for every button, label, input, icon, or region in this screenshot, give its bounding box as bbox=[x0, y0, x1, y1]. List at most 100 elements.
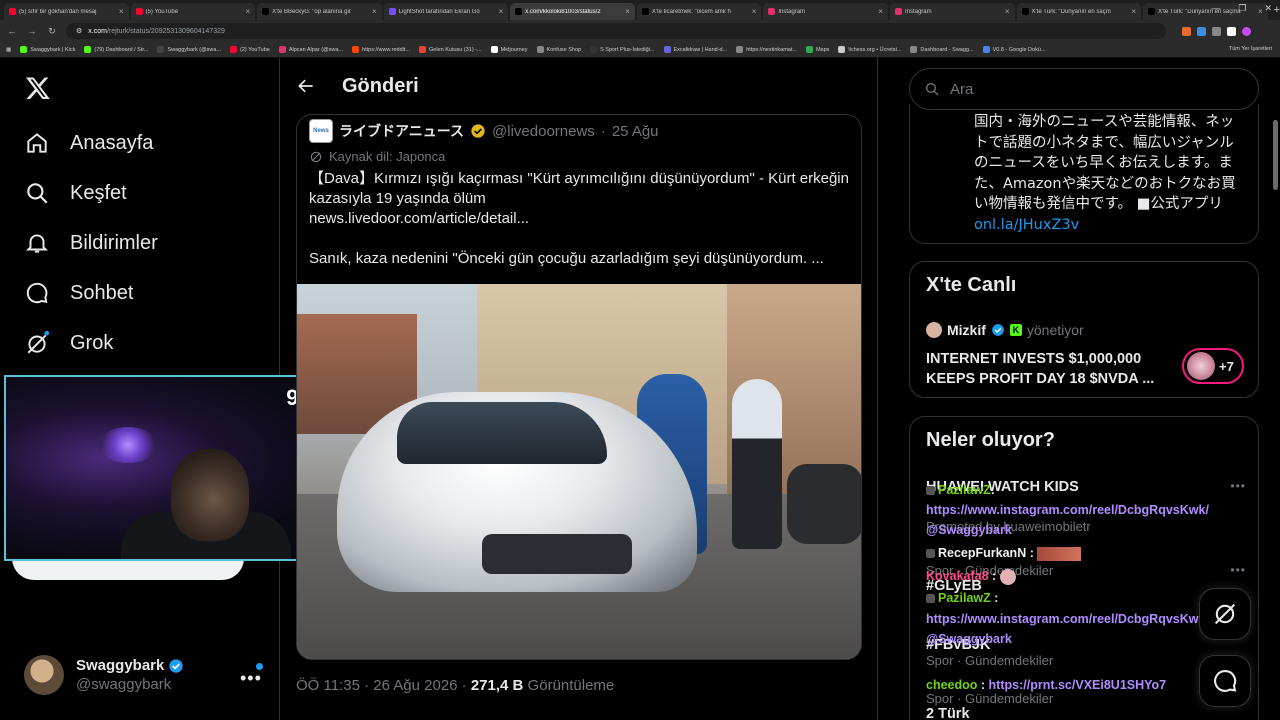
bookmark[interactable]: https://www.reddit... bbox=[352, 46, 410, 53]
bookmark-label: Excalidraw | Hand-d... bbox=[673, 46, 728, 53]
nav-explore[interactable]: Keşfet bbox=[24, 180, 127, 206]
photo-car-grille bbox=[482, 534, 632, 574]
live-stream-title[interactable]: INTERNET INVESTS $1,000,000 KEEPS PROFIT… bbox=[926, 349, 1176, 389]
chat-separator: : bbox=[980, 678, 986, 692]
live-listeners-badge[interactable]: +7 bbox=[1182, 348, 1244, 384]
bookmark[interactable]: (79) Dashboard / Str... bbox=[84, 46, 148, 53]
close-icon[interactable]: × bbox=[499, 7, 504, 16]
bookmark[interactable]: Maps bbox=[805, 46, 829, 53]
back-arrow-icon[interactable] bbox=[296, 76, 316, 96]
x-logo-icon[interactable] bbox=[25, 75, 51, 101]
browser-tab[interactable]: Instagram × bbox=[763, 3, 888, 20]
bookmark[interactable]: lichess.org • Ücretsi... bbox=[838, 46, 901, 53]
bookmark[interactable]: Konfuse Shop bbox=[536, 46, 581, 53]
nav-messages[interactable]: Sohbet bbox=[24, 280, 133, 306]
reload-icon[interactable]: ↻ bbox=[46, 26, 58, 37]
bookmark[interactable]: Excalidraw | Hand-d... bbox=[663, 46, 728, 53]
bookmark-favicon-icon bbox=[910, 46, 918, 53]
bookmark[interactable]: Alpcan Alpar (@swa... bbox=[278, 46, 343, 53]
browser-tab[interactable]: X'te ticaretmek: "ölcem amk h × bbox=[636, 3, 762, 20]
browser-tab-active[interactable]: x.com/kkoloki81003/status/2 × bbox=[510, 3, 635, 20]
live-host-row[interactable]: Mizkif K yönetiyor bbox=[926, 322, 1084, 338]
bookmark[interactable]: Midjourney bbox=[490, 46, 528, 53]
all-bookmarks[interactable]: Tüm Yer İşaretleri bbox=[1229, 46, 1272, 52]
chat-username: Kovakafa8 bbox=[926, 569, 989, 583]
close-icon[interactable]: × bbox=[1131, 7, 1136, 16]
profile-handle: @swaggybark bbox=[76, 676, 172, 693]
nav-notifications[interactable]: Bildirimler bbox=[24, 230, 158, 256]
site-info-icon[interactable]: ⚙ bbox=[76, 27, 82, 35]
tab-title: x.com/kkoloki81003/status/2 bbox=[525, 8, 601, 15]
bookmark-favicon-icon bbox=[490, 46, 498, 53]
chat-emote bbox=[999, 568, 1016, 585]
nav-home[interactable]: Anasayfa bbox=[24, 130, 153, 156]
post-date[interactable]: 25 Ağu bbox=[612, 123, 659, 140]
view-count: 271,4 B bbox=[470, 677, 524, 694]
url-field[interactable]: ⚙ x.com/rejturk/status/20925313096041473… bbox=[66, 23, 1166, 39]
browser-tab[interactable]: (5) sıfır bir gökhan'dan mesaj × bbox=[4, 3, 129, 20]
bookmark[interactable]: (2) YouTube bbox=[230, 46, 270, 53]
post-link[interactable]: news.livedoor.com/article/detail... bbox=[309, 210, 529, 227]
browser-tab[interactable]: Instagram × bbox=[889, 3, 1015, 20]
browser-tab-bar: (5) sıfır bir gökhan'dan mesaj × (5) YouT… bbox=[0, 0, 1280, 20]
close-icon[interactable]: × bbox=[1005, 7, 1010, 16]
browser-tab[interactable]: (5) YouTube × bbox=[130, 3, 256, 20]
extension-icon[interactable] bbox=[1182, 26, 1191, 36]
grok-floating-button[interactable] bbox=[1199, 588, 1251, 640]
browser-tab[interactable]: X'te Türk: "Dünyanın en saçm × bbox=[1016, 3, 1142, 20]
bookmark-favicon-icon bbox=[536, 46, 544, 53]
bookmark[interactable]: S Sport Plus-İstediği... bbox=[590, 46, 655, 53]
post-photo[interactable] bbox=[297, 284, 861, 659]
quoted-post[interactable]: News ライブドアニュース @livedoornews · 25 Ağu Ka… bbox=[296, 114, 862, 660]
author-name[interactable]: ライブドアニュース bbox=[339, 121, 464, 141]
download-icon[interactable] bbox=[1227, 26, 1236, 36]
translate-icon bbox=[310, 151, 322, 162]
messages-floating-button[interactable] bbox=[1199, 655, 1251, 707]
bookmark-favicon-icon bbox=[838, 46, 846, 53]
more-icon[interactable]: ••• bbox=[1230, 479, 1246, 493]
author-handle[interactable]: @livedoornews bbox=[492, 123, 595, 140]
close-icon[interactable]: × bbox=[752, 7, 757, 16]
close-window-icon[interactable]: ✕ bbox=[1264, 3, 1272, 14]
bookmark[interactable]: Swaggybark (@swa... bbox=[157, 46, 221, 53]
search-input[interactable]: Ara bbox=[909, 68, 1259, 110]
scrollbar[interactable] bbox=[1273, 120, 1278, 190]
page-title: Gönderi bbox=[342, 74, 419, 97]
chat-username: cheedoo bbox=[926, 678, 978, 692]
trend-item[interactable]: Spor · Gündemdekiler 2 Türk bbox=[926, 691, 1246, 720]
bookmark[interactable]: Swaggybark | Kick bbox=[20, 46, 75, 53]
close-icon[interactable]: × bbox=[625, 7, 630, 16]
restore-icon[interactable]: ❐ bbox=[1238, 3, 1246, 14]
live-title: X'te Canlı bbox=[926, 274, 1017, 296]
extension-icon[interactable] bbox=[1212, 26, 1221, 36]
bookmark[interactable]: Dashboard - Swagg... bbox=[910, 46, 974, 53]
forward-icon[interactable]: → bbox=[26, 26, 38, 36]
profile-icon[interactable] bbox=[1242, 26, 1251, 36]
apps-icon[interactable]: ▦ bbox=[6, 47, 11, 53]
avatar bbox=[1187, 352, 1215, 380]
gold-verified-badge-icon bbox=[471, 124, 485, 138]
bookmark[interactable]: https://nextinkamat... bbox=[736, 46, 797, 53]
avatar[interactable]: News bbox=[309, 119, 333, 143]
tab-favicon-icon bbox=[9, 8, 16, 15]
profile-bio-card: 国内・海外のニュースや芸能情報、ネットで話題の小ネタまで、幅広いジャンルのニュー… bbox=[909, 104, 1259, 244]
account-switcher[interactable]: Swaggybark @swaggybark bbox=[24, 655, 184, 695]
bookmark[interactable]: Gelen Kutusu (31) -... bbox=[419, 46, 482, 53]
close-icon[interactable]: × bbox=[245, 7, 250, 16]
more-icon[interactable]: ••• bbox=[240, 668, 262, 689]
bookmark[interactable]: V0.8 - Google Dokü... bbox=[982, 46, 1045, 53]
post-timestamp[interactable]: ÖÖ 11:35 · 26 Ağu 2026 · bbox=[296, 677, 471, 694]
chat-username: RecepFurkanN bbox=[938, 546, 1027, 560]
close-icon[interactable]: × bbox=[878, 7, 883, 16]
new-tab-icon[interactable]: + bbox=[1274, 4, 1280, 16]
browser-tab[interactable]: X'te BBeckyG: "op alanına gir × bbox=[257, 3, 382, 20]
extension-icon[interactable] bbox=[1197, 26, 1206, 36]
more-icon[interactable]: ••• bbox=[1230, 563, 1246, 577]
back-icon[interactable]: ← bbox=[6, 26, 18, 36]
browser-tab[interactable]: LightShot tarafından Ekran Gö × bbox=[383, 3, 509, 20]
bio-link[interactable]: onl.la/JHuxZ3v bbox=[974, 217, 1079, 233]
nav-grok[interactable]: Grok bbox=[24, 330, 113, 356]
minimize-icon[interactable]: — bbox=[1211, 3, 1220, 14]
close-icon[interactable]: × bbox=[372, 7, 377, 16]
close-icon[interactable]: × bbox=[119, 7, 124, 16]
